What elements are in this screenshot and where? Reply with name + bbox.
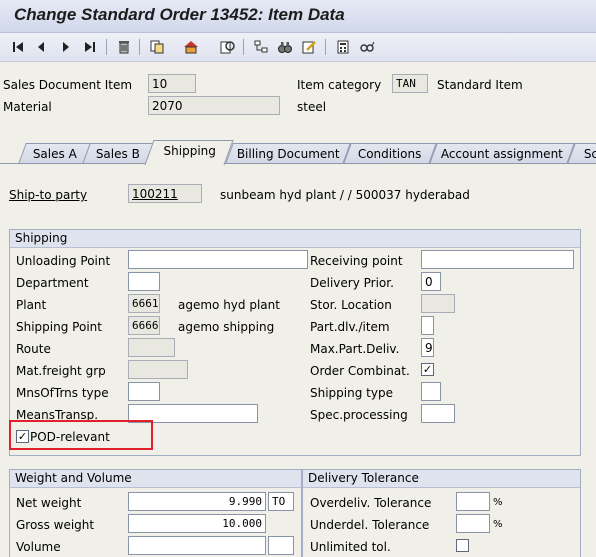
volume-field[interactable] [128,536,266,555]
status-overview-icon[interactable] [252,38,270,56]
last-page-icon[interactable] [81,38,99,56]
tab-conditions[interactable]: Conditions [343,143,437,164]
volume-unit-field[interactable] [268,536,294,555]
material-label: Material [3,100,52,114]
unlimited-tolerance-checkbox[interactable] [456,539,469,552]
ship-to-party-text: sunbeam hyd plant / / 500037 hyderabad [220,188,470,202]
item-category-text: Standard Item [437,78,523,92]
order-combination-label: Order Combinat. [310,364,410,378]
first-page-icon[interactable] [9,38,27,56]
overdelivery-tolerance-label: Overdeliv. Tolerance [310,496,432,510]
max-partial-deliveries-label: Max.Part.Deliv. [310,342,400,356]
receiving-point-label: Receiving point [310,254,403,268]
storage-location-label: Stor. Location [310,298,392,312]
plant-text: agemo hyd plant [178,298,280,312]
window-title: Change Standard Order 13452: Item Data [14,5,345,24]
tab-shipping[interactable]: Shipping [144,140,234,165]
order-combination-checkbox[interactable]: ✓ [421,363,434,376]
shipping-type-field[interactable] [421,382,441,401]
pod-relevant-checkbox[interactable]: ✓ [16,430,29,443]
tab-strip: Sales A Sales B Shipping Billing Documen… [0,140,596,165]
net-weight-label: Net weight [16,496,82,510]
delivery-priority-field[interactable]: 0 [421,272,441,291]
header-icon[interactable] [182,38,200,56]
shipping-point-label: Shipping Point [16,320,102,334]
calculator-icon[interactable] [334,38,352,56]
overdelivery-unit: % [493,497,503,508]
volume-label: Volume [16,540,61,554]
unlimited-tolerance-label: Unlimited tol. [310,540,391,554]
binoculars-icon[interactable] [276,38,294,56]
route-label: Route [16,342,51,356]
means-of-transport-type-label: MnsOfTrns type [16,386,109,400]
glasses-icon[interactable] [358,38,376,56]
gross-weight-field[interactable]: 10.000 [128,514,266,533]
department-label: Department [16,276,89,290]
copy-item-icon[interactable] [148,38,166,56]
receiving-point-field[interactable] [421,250,574,269]
storage-location-field [421,294,455,313]
special-processing-label: Spec.processing [310,408,408,422]
partial-delivery-item-field[interactable] [421,316,434,335]
shipping-point-field: 6666 [128,316,160,335]
title-bar: Change Standard Order 13452: Item Data [0,0,596,33]
mat-freight-grp-label: Mat.freight grp [16,364,106,378]
next-page-icon[interactable] [57,38,75,56]
tab-account-assignment[interactable]: Account assignment [429,143,575,164]
ship-to-party-field: 100211 [128,184,202,203]
plant-field: 6661 [128,294,160,313]
plant-label: Plant [16,298,47,312]
route-field [128,338,175,357]
mat-freight-grp-field [128,360,188,379]
partial-delivery-item-label: Part.dlv./item [310,320,390,334]
underdelivery-tolerance-label: Underdel. Tolerance [310,518,430,532]
tab-sales-a[interactable]: Sales A [18,143,92,164]
tab-sales-b[interactable]: Sales B [82,143,154,164]
net-weight-field[interactable]: 9.990 [128,492,266,511]
display-doc-flow-icon[interactable] [218,38,236,56]
underdelivery-tolerance-field[interactable] [456,514,490,533]
ship-to-party-label[interactable]: Ship-to party [9,188,87,202]
edit-icon[interactable] [300,38,318,56]
gross-weight-label: Gross weight [16,518,95,532]
shipping-group-title: Shipping [10,230,580,248]
underdelivery-unit: % [493,519,503,530]
sales-document-item-field: 10 [148,74,196,93]
application-toolbar [0,33,596,62]
sales-document-item-label: Sales Document Item [3,78,133,92]
tab-billing-document[interactable]: Billing Document [225,143,351,164]
max-partial-deliveries-field[interactable]: 9 [421,338,434,357]
unloading-point-label: Unloading Point [16,254,111,268]
shipping-type-label: Shipping type [310,386,393,400]
item-category-field: TAN [392,74,428,93]
unloading-point-field[interactable] [128,250,308,269]
net-weight-unit-field[interactable]: TO [268,492,294,511]
material-text: steel [297,100,327,114]
delivery-priority-label: Delivery Prior. [310,276,394,290]
department-field[interactable] [128,272,160,291]
weight-volume-title: Weight and Volume [10,470,301,488]
means-of-transport-type-field[interactable] [128,382,160,401]
item-category-label: Item category [297,78,382,92]
special-processing-field[interactable] [421,404,455,423]
overdelivery-tolerance-field[interactable] [456,492,490,511]
delivery-tolerance-title: Delivery Tolerance [303,470,580,488]
pod-relevant-label: POD-relevant [30,430,110,444]
material-field: 2070 [148,96,280,115]
previous-page-icon[interactable] [32,38,50,56]
shipping-point-text: agemo shipping [178,320,275,334]
delete-icon[interactable] [115,38,133,56]
